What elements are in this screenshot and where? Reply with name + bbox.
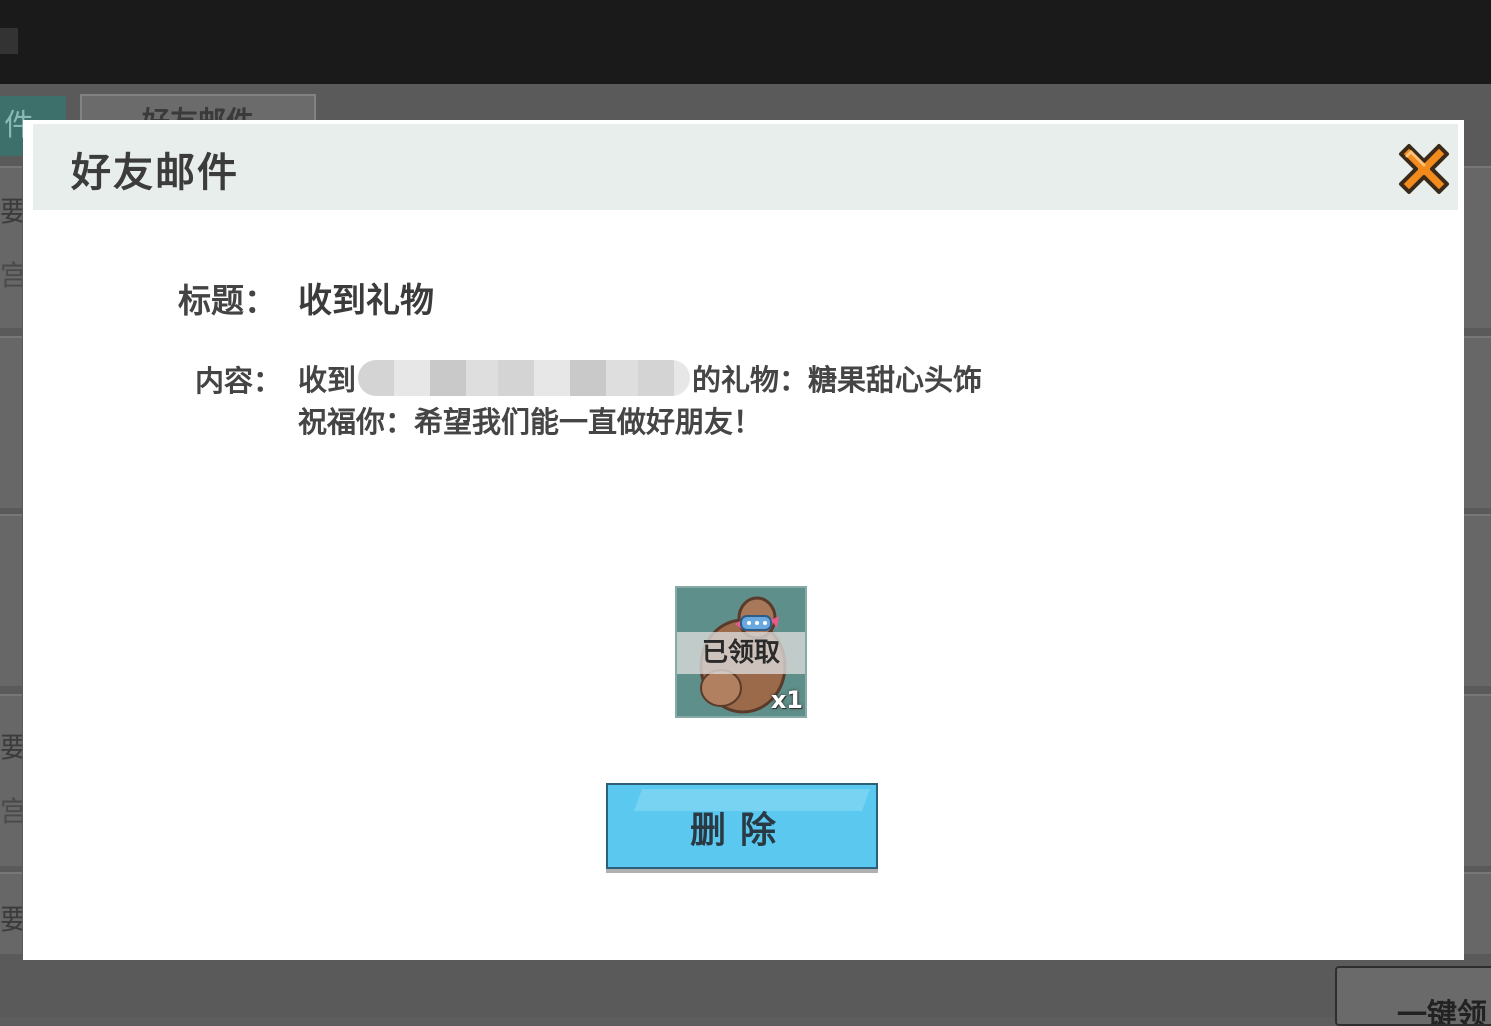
delete-button[interactable]: 删除 <box>606 783 878 873</box>
content-label: 内容： <box>195 364 283 398</box>
close-button[interactable] <box>1393 138 1455 200</box>
background-list-item <box>1464 166 1491 328</box>
background-list-item <box>0 514 22 686</box>
claim-all-button: 一键领 <box>1335 966 1491 1026</box>
content-line-1: 收到 的礼物：糖果甜心头饰 <box>298 357 982 399</box>
top-bar-corner <box>0 28 18 54</box>
top-bar <box>0 0 1491 84</box>
background-list-item <box>1464 336 1491 508</box>
delete-button-label: 删除 <box>689 810 790 851</box>
dialog-header: 好友邮件 <box>33 124 1458 210</box>
gift-item-slot[interactable]: 已领取 x1 <box>675 586 807 718</box>
content-prefix: 收到 <box>298 363 357 397</box>
background-list-item <box>1464 514 1491 686</box>
friend-mail-dialog: 好友邮件 标题： 收到礼物 内容： 收到 的礼物：糖果甜心头饰 祝福你：希望我们能… <box>23 120 1464 960</box>
redacted-sender-name <box>358 360 691 396</box>
content-line-2: 祝福你：希望我们能一直做好朋友！ <box>298 405 763 439</box>
background-list-item: 要 宫 <box>0 694 22 866</box>
subject-value: 收到礼物 <box>298 281 434 321</box>
content-suffix: 的礼物：糖果甜心头饰 <box>692 363 983 397</box>
background-list-item: 要 宫 <box>0 166 22 328</box>
item-quantity: x1 <box>770 686 803 714</box>
claimed-status: 已领取 <box>677 632 805 674</box>
subject-label: 标题： <box>178 281 277 320</box>
background-list-item <box>0 336 22 508</box>
background-list-item <box>1464 694 1491 866</box>
dialog-title: 好友邮件 <box>71 150 239 196</box>
background-list-item <box>1464 872 1491 954</box>
background-list-item: 要 <box>0 872 22 954</box>
close-icon <box>1399 144 1449 194</box>
